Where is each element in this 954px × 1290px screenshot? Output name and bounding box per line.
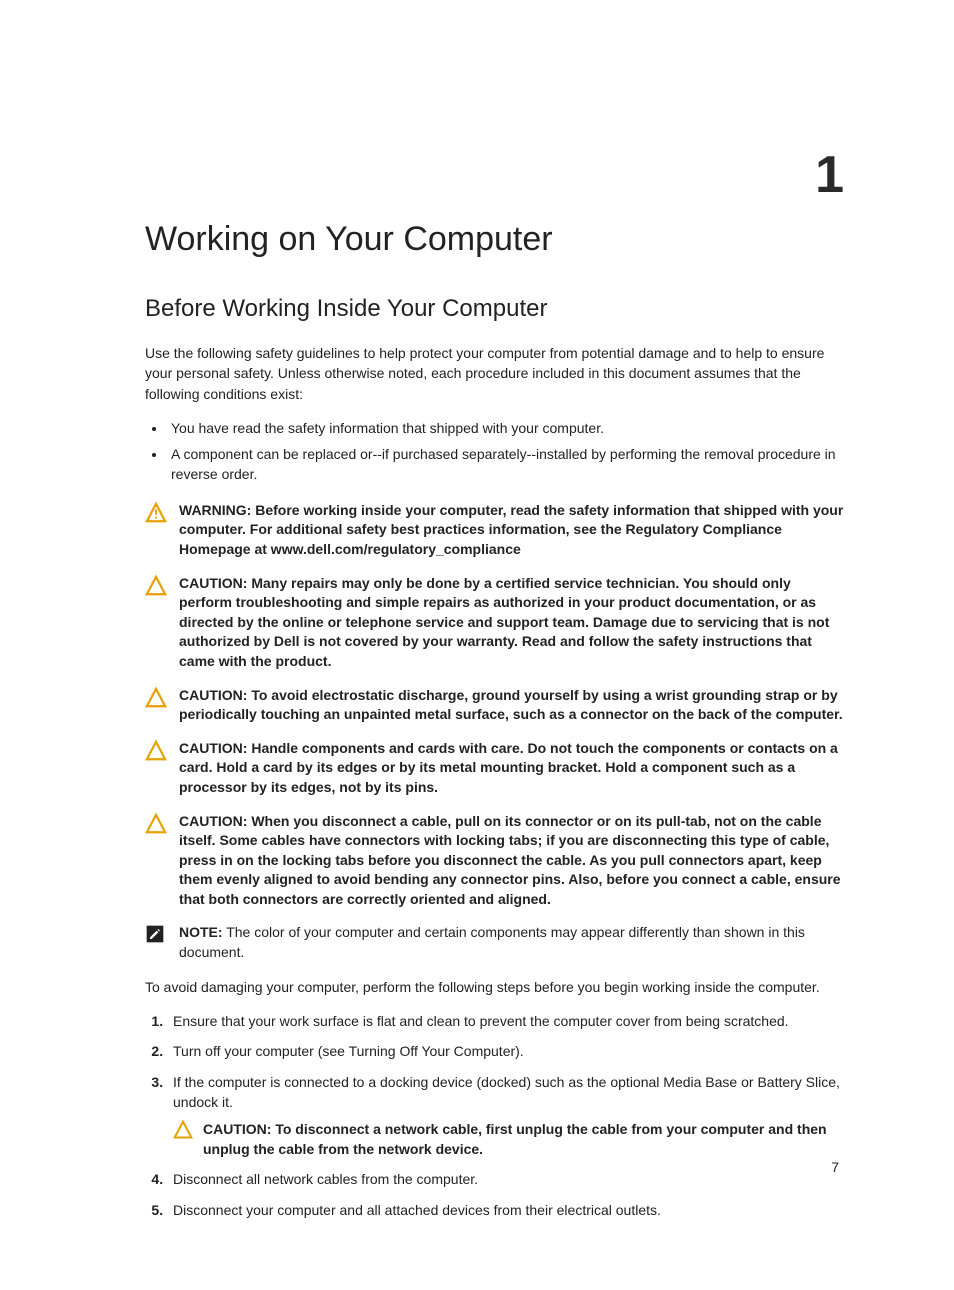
callout-text: NOTE: The color of your computer and cer… (179, 923, 844, 962)
transition-paragraph: To avoid damaging your computer, perform… (145, 977, 844, 997)
document-page: 1 Working on Your Computer Before Workin… (0, 0, 954, 1290)
caution-triangle-icon (145, 687, 167, 709)
caution-triangle-icon (173, 1120, 193, 1140)
list-item: You have read the safety information tha… (167, 418, 844, 438)
list-item: A component can be replaced or--if purch… (167, 444, 844, 485)
callout-text: CAUTION: To disconnect a network cable, … (203, 1120, 844, 1159)
chapter-number: 1 (815, 145, 844, 205)
intro-paragraph: Use the following safety guidelines to h… (145, 343, 844, 404)
caution-callout: CAUTION: Handle components and cards wit… (145, 739, 844, 798)
caution-callout: CAUTION: Many repairs may only be done b… (145, 574, 844, 672)
warning-triangle-icon (145, 502, 167, 524)
caution-triangle-icon (145, 740, 167, 762)
steps-list: Ensure that your work surface is flat an… (145, 1011, 844, 1220)
page-title: Working on Your Computer (145, 220, 844, 259)
section-heading: Before Working Inside Your Computer (145, 295, 844, 323)
caution-triangle-icon (145, 575, 167, 597)
page-number: 7 (831, 1159, 839, 1175)
step-item: Disconnect your computer and all attache… (167, 1200, 844, 1220)
note-pencil-icon (145, 924, 167, 946)
warning-callout: WARNING: Before working inside your comp… (145, 501, 844, 560)
note-callout: NOTE: The color of your computer and cer… (145, 923, 844, 962)
nested-caution-callout: CAUTION: To disconnect a network cable, … (173, 1120, 844, 1159)
callout-text: CAUTION: To avoid electrostatic discharg… (179, 686, 844, 725)
caution-callout: CAUTION: When you disconnect a cable, pu… (145, 812, 844, 910)
callout-text: WARNING: Before working inside your comp… (179, 501, 844, 560)
step-item: Ensure that your work surface is flat an… (167, 1011, 844, 1031)
step-item: Disconnect all network cables from the c… (167, 1169, 844, 1189)
callout-text: CAUTION: Handle components and cards wit… (179, 739, 844, 798)
callout-text: CAUTION: Many repairs may only be done b… (179, 574, 844, 672)
caution-triangle-icon (145, 813, 167, 835)
step-item: If the computer is connected to a dockin… (167, 1072, 844, 1160)
caution-callout: CAUTION: To avoid electrostatic discharg… (145, 686, 844, 725)
conditions-list: You have read the safety information tha… (145, 418, 844, 485)
step-item: Turn off your computer (see Turning Off … (167, 1041, 844, 1061)
callout-text: CAUTION: When you disconnect a cable, pu… (179, 812, 844, 910)
